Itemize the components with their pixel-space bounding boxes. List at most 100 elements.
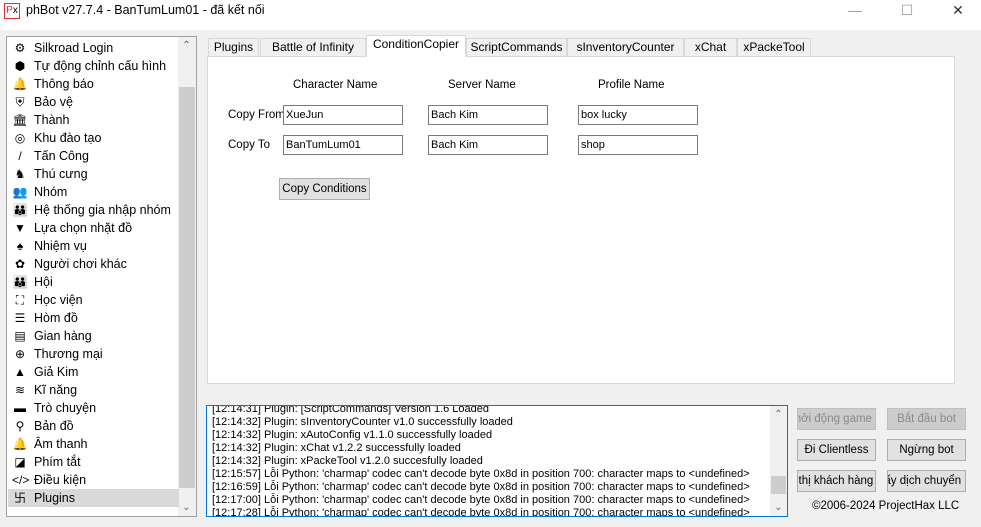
sidebar-item-bản-đồ[interactable]: ⚲ Bản đồ [8, 417, 179, 435]
sidebar-item-nhóm[interactable]: 👥 Nhóm [8, 183, 179, 201]
log-line: [12:17:28] Lỗi Python: 'charmap' codec c… [212, 507, 750, 517]
sidebar-item-hệ-thống-gia-nhập-nhóm[interactable]: 👪 Hệ thống gia nhập nhóm [8, 201, 179, 219]
log-line: [12:15:57] Lỗi Python: 'charmap' codec c… [212, 468, 750, 480]
tab-battle-of-infinity[interactable]: Battle of Infinity [260, 38, 366, 57]
auto-config-icon: ⬢ [14, 59, 26, 73]
sidebar-item-label: Thành [34, 113, 70, 127]
sidebar-item-label: Hệ thống gia nhập nhóm [34, 203, 171, 217]
tab-sinventorycounter[interactable]: sInventoryCounter [567, 38, 684, 57]
trade-icon: ⊕ [14, 347, 26, 361]
sidebar-item-điều-kiện[interactable]: </> Điều kiện [8, 471, 179, 489]
log-line: [12:14:32] Plugin: xChat v1.2.2 successf… [212, 442, 461, 454]
scrollbar-thumb[interactable] [771, 476, 786, 494]
scroll-down-arrow-icon[interactable]: ⌄ [770, 499, 787, 516]
start-game-button[interactable]: Khởi động game [797, 408, 876, 430]
sidebar-item-gian-hàng[interactable]: ▤ Gian hàng [8, 327, 179, 345]
log-scrollbar[interactable]: ⌃ ⌄ [770, 406, 787, 516]
sidebar-item-label: Học viện [34, 293, 83, 307]
copy-from-profile-input[interactable]: box lucky [578, 105, 698, 125]
sidebar-item-thương-mại[interactable]: ⊕ Thương mại [8, 345, 179, 363]
close-button[interactable]: ✕ [935, 0, 981, 22]
sidebar-item-trò-chuyện[interactable]: ▬ Trò chuyện [8, 399, 179, 417]
sidebar-item-nhiệm-vụ[interactable]: ♠ Nhiệm vụ [8, 237, 179, 255]
minimize-button[interactable]: — [832, 0, 878, 22]
sidebar-item-label: Bản đồ [34, 419, 74, 433]
sidebar-item-thông-báo[interactable]: 🔔 Thông báo [8, 75, 179, 93]
tab-xchat[interactable]: xChat [684, 38, 737, 57]
sidebar-item-label: Thú cưng [34, 167, 88, 181]
guild-icon: 👪 [12, 275, 28, 289]
sidebar-item-người-chơi-khác[interactable]: ✿ Người chơi khác [8, 255, 179, 273]
scroll-up-arrow-icon[interactable]: ⌃ [178, 37, 195, 54]
copy-from-character-input[interactable]: XueJun [283, 105, 403, 125]
log-output[interactable]: [12:17:28] Lỗi Python: 'charmap' codec c… [206, 405, 788, 517]
sidebar-item-label: Plugins [34, 491, 75, 505]
log-line: [12:17:00] Lỗi Python: 'charmap' codec c… [212, 494, 750, 506]
castle-icon: 🏛 [12, 113, 28, 127]
skills-icon: ≋ [14, 383, 26, 397]
server-name-header: Server Name [448, 79, 516, 91]
sidebar-item-thành[interactable]: 🏛 Thành [8, 111, 179, 129]
stop-bot-button[interactable]: Ngừng bot [887, 439, 966, 461]
sidebar-item-label: Thông báo [34, 77, 94, 91]
copy-conditions-button[interactable]: Copy Conditions [279, 178, 370, 200]
notification-bell-icon: 🔔 [12, 77, 28, 91]
tab-plugins[interactable]: Plugins [208, 38, 259, 57]
sidebar-item-label: Âm thanh [34, 437, 88, 451]
sidebar-item-hòm-đồ[interactable]: ☰ Hòm đồ [8, 309, 179, 327]
sidebar-item-học-viện[interactable]: ⛶ Học viện [8, 291, 179, 309]
maximize-button[interactable]: ☐ [884, 0, 930, 22]
shield-icon: ⛨ [15, 95, 25, 109]
sidebar-item-tấn-công[interactable]: / Tấn Công [8, 147, 179, 165]
profile-name-header: Profile Name [598, 79, 665, 91]
sidebar-item-label: Phím tắt [34, 455, 81, 469]
sidebar-item-giả-kim[interactable]: ▲ Giả Kim [8, 363, 179, 381]
copy-from-server-input[interactable]: Bach Kim [428, 105, 548, 125]
sidebar-item-phím-tắt[interactable]: ◪ Phím tắt [8, 453, 179, 471]
copy-to-server-input[interactable]: Bach Kim [428, 135, 548, 155]
condition-copier-panel: Character Name Server Name Profile Name … [207, 56, 955, 384]
sidebar-item-plugins[interactable]: 卐 Plugins [8, 489, 179, 507]
sound-bell-icon: 🔔 [12, 437, 28, 451]
gears-icon: ⚙ [14, 41, 26, 55]
pet-icon: ♞ [14, 167, 26, 181]
transport-license-button[interactable]: Giấy phép giấy dịch chuyển [887, 470, 966, 492]
scroll-down-arrow-icon[interactable]: ⌄ [178, 499, 195, 516]
scrollbar-thumb[interactable] [179, 87, 195, 488]
tab-scriptcommands[interactable]: ScriptCommands [466, 38, 567, 57]
character-name-header: Character Name [293, 79, 378, 91]
sidebar-item-label: Gian hàng [34, 329, 92, 343]
copy-from-label: Copy From [228, 109, 285, 121]
sidebar-item-label: Tự động chỉnh cấu hình [34, 59, 167, 73]
start-bot-button[interactable]: Bắt đầu bot [887, 408, 966, 430]
plugins-icon: 卐 [13, 491, 26, 505]
sidebar-item-âm-thanh[interactable]: 🔔 Âm thanh [8, 435, 179, 453]
copy-to-character-input[interactable]: BanTumLum01 [283, 135, 403, 155]
sidebar-item-khu-đào-tạo[interactable]: ◎ Khu đào tạo [8, 129, 179, 147]
sidebar-item-label: Trò chuyện [34, 401, 97, 415]
tab-xpacketool[interactable]: xPackeTool [737, 38, 811, 57]
sidebar-item-lựa-chọn-nhặt-đồ[interactable]: ▼ Lựa chọn nhặt đồ [8, 219, 179, 237]
sidebar-item-label: Người chơi khác [34, 257, 127, 271]
show-client-button[interactable]: Hiển thị khách hàng [797, 470, 876, 492]
scroll-up-arrow-icon[interactable]: ⌃ [770, 406, 787, 423]
clientless-button[interactable]: Đi Clientless [797, 439, 876, 461]
sidebar-scrollbar[interactable]: ⌃ ⌄ [178, 37, 196, 516]
tab-conditioncopier[interactable]: ConditionCopier [366, 35, 466, 57]
sidebar-item-kĩ-năng[interactable]: ≋ Kĩ năng [8, 381, 179, 399]
sidebar-item-label: Nhóm [34, 185, 68, 199]
log-line: [12:14:32] Plugin: sInventoryCounter v1.… [212, 416, 513, 428]
sidebar-item-hội[interactable]: 👪 Hội [8, 273, 179, 291]
copy-to-profile-input[interactable]: shop [578, 135, 698, 155]
sidebar-item-silkroad-login[interactable]: ⚙ Silkroad Login [8, 39, 179, 57]
log-line: [12:14:32] Plugin: xPackeTool v1.2.0 suc… [212, 455, 483, 467]
sidebar-item-bảo-vệ[interactable]: ⛨ Bảo vệ [8, 93, 179, 111]
copyright-text: ©2006-2024 ProjectHax LLC [812, 500, 960, 512]
filter-icon: ▼ [14, 221, 26, 235]
title-bar: Px phBot v27.7.4 - BanTumLum01 - đã kết … [0, 0, 981, 30]
sidebar-item-tự-động-chỉnh-cấu-hình[interactable]: ⬢ Tự động chỉnh cấu hình [8, 57, 179, 75]
party-icon: 👥 [12, 185, 28, 199]
sidebar-item-thú-cưng[interactable]: ♞ Thú cưng [8, 165, 179, 183]
window-title: phBot v27.7.4 - BanTumLum01 - đã kết nối [26, 3, 265, 17]
chat-icon: ▬ [14, 401, 26, 415]
